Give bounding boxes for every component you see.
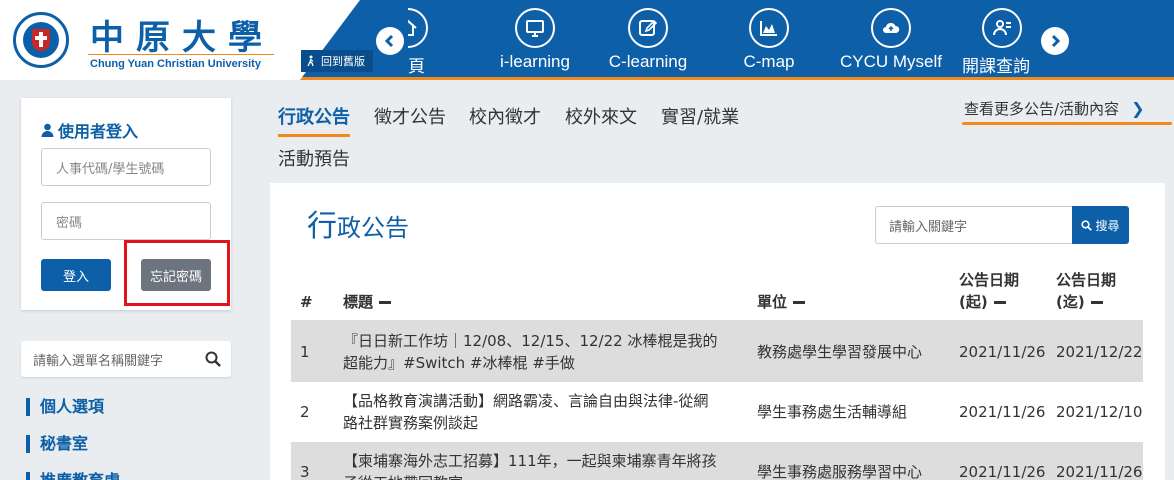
table-row[interactable]: 2 【品格教育演講活動】網路霸凌、言論自由與法律-從網 路社群實務案例談起 學生… xyxy=(291,382,1143,442)
brand-english-name: Chung Yuan Christian University xyxy=(90,58,261,70)
brand-divider xyxy=(88,54,274,55)
nav-item-c-map[interactable]: C-map xyxy=(714,8,824,74)
nav-item-cycu-myself[interactable]: CYCU Myself xyxy=(826,8,956,74)
chevron-left-icon xyxy=(384,34,394,48)
user-search-icon xyxy=(982,8,1022,48)
menu-search-input[interactable]: 請輸入選單名稱關鍵字 xyxy=(21,341,231,377)
nav-next-button[interactable] xyxy=(1041,27,1069,55)
login-title: 使用者登入 xyxy=(41,118,138,142)
sort-icon xyxy=(379,301,392,304)
password-input[interactable]: 密碼 xyxy=(41,202,211,240)
sort-icon xyxy=(1090,301,1103,304)
nav-carousel: 首頁 i-learning C-learning C-map CYCU Myse… xyxy=(408,0,1040,80)
edit-icon xyxy=(628,8,668,48)
keyword-search-input[interactable]: 請輸入關鍵字 xyxy=(875,206,1073,244)
sidebar: 使用者登入 人事代碼/學生號碼 密碼 登入 忘記密碼 請輸入選單名稱關鍵字 個人… xyxy=(0,80,251,480)
col-header-end-date[interactable]: 公告日期 (迄) xyxy=(1056,269,1116,313)
forgot-password-button[interactable]: 忘記密碼 xyxy=(141,259,211,291)
nav-item-i-learning[interactable]: i-learning xyxy=(480,8,590,74)
tab-admin-announcements[interactable]: 行政公告 xyxy=(278,103,350,137)
user-icon xyxy=(41,123,54,137)
tab-recruitment[interactable]: 徵才公告 xyxy=(374,103,446,129)
menu-item-extension-education[interactable]: 推廣教育處 xyxy=(26,472,120,480)
chevron-right-icon: ❯ xyxy=(1131,99,1145,118)
university-logo-icon xyxy=(13,12,69,68)
more-announcements-link[interactable]: 查看更多公告/活動內容 ❯ xyxy=(964,98,1144,119)
back-old-label: 回到舊版 xyxy=(321,55,365,68)
sort-icon xyxy=(793,301,806,304)
chevron-right-icon xyxy=(1051,34,1061,48)
more-link-underline xyxy=(962,122,1172,125)
search-icon[interactable] xyxy=(205,351,221,367)
walking-person-icon xyxy=(307,55,314,67)
nav-label: C-map xyxy=(743,52,795,71)
search-icon xyxy=(1081,219,1093,231)
menu-item-secretariat[interactable]: 秘書室 xyxy=(26,435,88,453)
col-header-title[interactable]: 標題 xyxy=(343,291,392,313)
login-button[interactable]: 登入 xyxy=(41,259,111,291)
col-header-start-date[interactable]: 公告日期 (起) xyxy=(959,269,1019,313)
nav-label: 開課查詢 xyxy=(962,57,1030,76)
table-row[interactable]: 3 【柬埔寨海外志工招募】111年，一起與柬埔寨青年將孩 子從工地帶回教室 學生… xyxy=(291,442,1143,480)
brand-name: 中原大學 xyxy=(90,18,274,58)
home-icon xyxy=(408,8,428,48)
menu-item-personal[interactable]: 個人選項 xyxy=(26,398,104,416)
main-content: 行政公告 徵才公告 校內徵才 校外來文 實習/就業 活動預告 查看更多公告/活動… xyxy=(251,80,1174,480)
nav-label: 首頁 xyxy=(408,57,425,76)
menu-search-placeholder: 請輸入選單名稱關鍵字 xyxy=(33,353,164,369)
nav-item-course-query[interactable]: 開課查詢 xyxy=(962,8,1040,76)
tab-internship[interactable]: 實習/就業 xyxy=(661,103,739,129)
nav-item-home[interactable]: 首頁 xyxy=(408,8,438,76)
col-header-number: # xyxy=(300,293,313,311)
nav-prev-button[interactable] xyxy=(376,27,404,55)
more-link-label: 查看更多公告/活動內容 xyxy=(964,100,1120,118)
nav-label: C-learning xyxy=(608,52,688,71)
tab-event-preview[interactable]: 活動預告 xyxy=(278,145,350,171)
tab-campus-jobs[interactable]: 校內徵才 xyxy=(469,103,541,129)
nav-label: i-learning xyxy=(500,52,570,71)
nav-item-c-learning[interactable]: C-learning xyxy=(593,8,703,74)
monitor-icon xyxy=(515,8,555,48)
area-chart-icon xyxy=(749,8,789,48)
col-header-unit[interactable]: 單位 xyxy=(757,291,806,313)
back-to-old-version-link[interactable]: 回到舊版 xyxy=(301,50,373,72)
keyword-search-button[interactable]: 搜尋 xyxy=(1072,206,1129,244)
nav-label: CYCU Myself xyxy=(839,52,942,71)
tab-external-documents[interactable]: 校外來文 xyxy=(565,103,637,129)
panel-title: 行政公告 xyxy=(307,209,409,244)
login-card: 使用者登入 人事代碼/學生號碼 密碼 登入 忘記密碼 xyxy=(21,98,231,310)
announcement-panel: 行政公告 請輸入關鍵字 搜尋 # 標題 單位 公告日期 (起) 公告日期 (迄)… xyxy=(270,183,1165,480)
sort-icon xyxy=(993,301,1006,304)
cloud-icon xyxy=(871,8,911,48)
login-title-text: 使用者登入 xyxy=(58,122,139,141)
user-id-input[interactable]: 人事代碼/學生號碼 xyxy=(41,148,211,186)
site-header: 中原大學 Chung Yuan Christian University 回到舊… xyxy=(0,0,1174,80)
table-row[interactable]: 1 『日日新工作坊｜12/08、12/15、12/22 冰棒棍是我的 超能力』#… xyxy=(291,322,1143,382)
